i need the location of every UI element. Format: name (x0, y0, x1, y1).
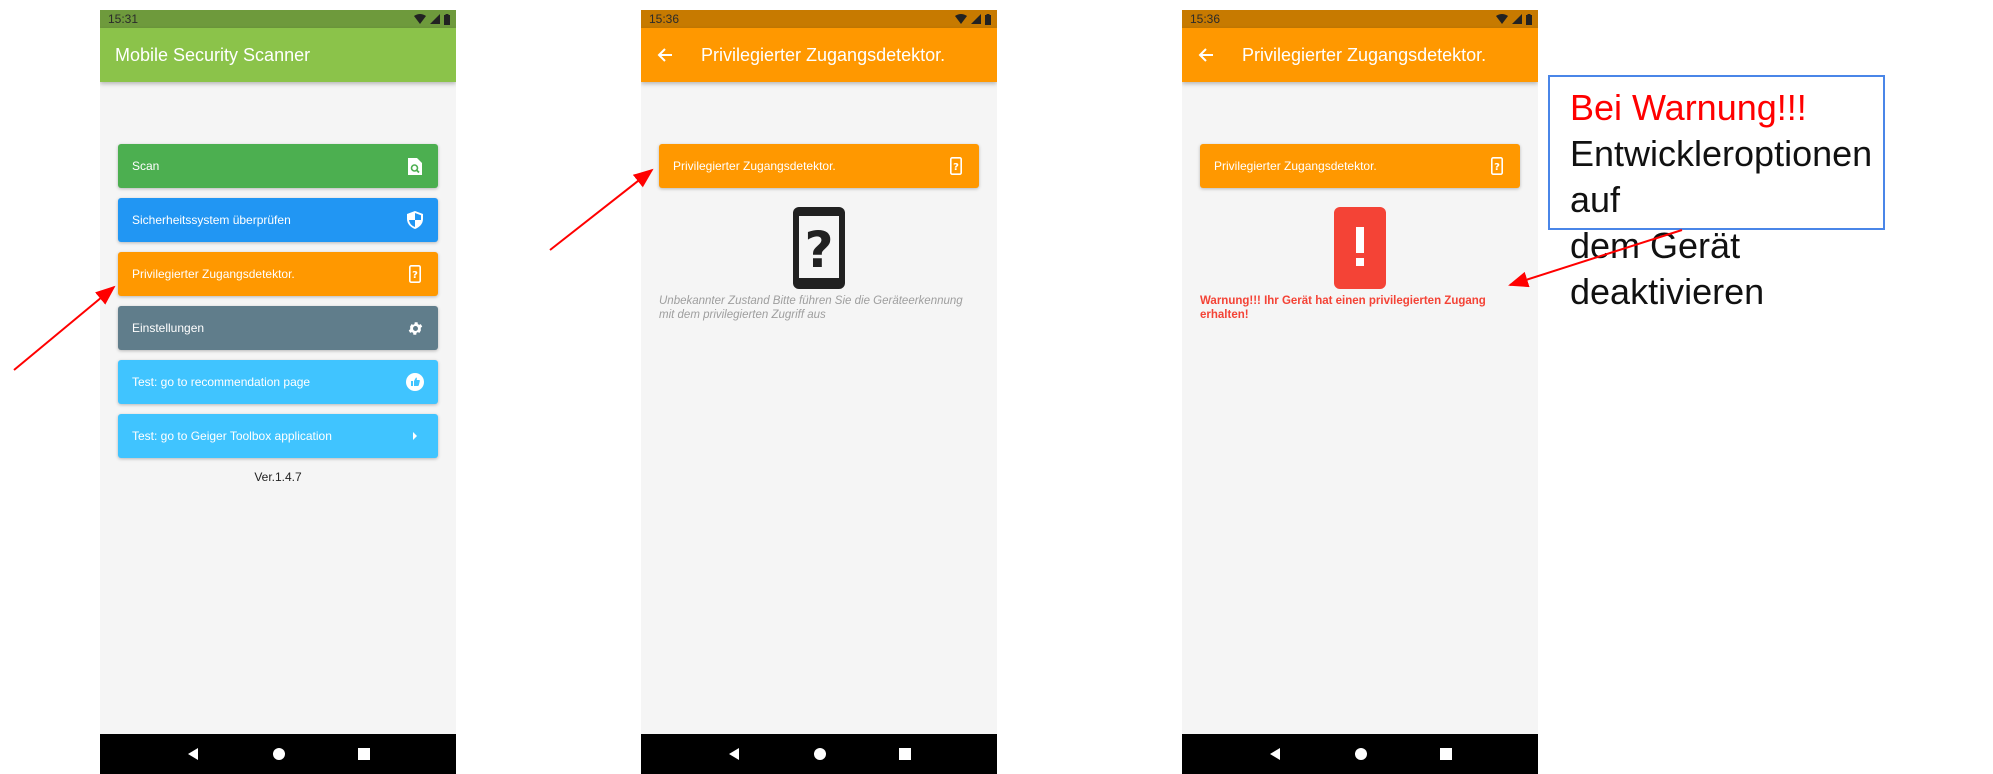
signal-icon (1512, 14, 1522, 24)
svg-text:?: ? (804, 221, 833, 279)
recommendation-page-button[interactable]: Test: go to recommendation page (118, 360, 438, 404)
privileged-access-detector-button[interactable]: Privilegierter Zugangsdetektor. ? (118, 252, 438, 296)
privileged-access-warning: Warnung!!! Ihr Gerät hat einen privilegi… (1200, 295, 1486, 321)
app-bar: Mobile Security Scanner (100, 28, 456, 82)
status-time: 15:36 (649, 12, 680, 26)
system-nav-bar (641, 734, 997, 774)
battery-icon (985, 13, 991, 25)
phone-question-icon: ? (406, 265, 424, 283)
svg-text:?: ? (412, 270, 418, 281)
arrow-to-detector-screen (549, 168, 654, 251)
status-bar: 15:36 (641, 10, 997, 28)
nav-home-icon[interactable] (1354, 747, 1368, 761)
app-title: Privilegierter Zugangsdetektor. (701, 44, 946, 65)
status-icons (414, 13, 450, 25)
nav-home-icon[interactable] (272, 747, 286, 761)
status-bar: 15:31 (100, 10, 456, 28)
wifi-icon (1496, 14, 1508, 24)
privileged-access-detector-label: Privilegierter Zugangsdetektor. (132, 267, 295, 281)
battery-icon (444, 13, 450, 25)
status-icons (1496, 13, 1532, 25)
system-nav-bar (100, 734, 456, 774)
nav-back-icon[interactable] (1268, 747, 1282, 761)
privileged-access-detector-button[interactable]: Privilegierter Zugangsdetektor. ? (1200, 144, 1520, 188)
phone-screen-main-menu: 15:31 Mobile Security Scanner Scan Siche… (100, 10, 456, 774)
security-check-button[interactable]: Sicherheitssystem überprüfen (118, 198, 438, 242)
privileged-access-detector-label: Privilegierter Zugangsdetektor. (1214, 159, 1377, 173)
scan-button[interactable]: Scan (118, 144, 438, 188)
warning-callout: Bei Warnung!!! Entwickleroptionen auf de… (1548, 75, 1885, 312)
recommendation-page-label: Test: go to recommendation page (132, 375, 311, 389)
phone-screen-detector-unknown: 15:36 Privilegierter Zugangsdetektor. Pr… (641, 10, 997, 774)
nav-back-icon[interactable] (727, 747, 741, 761)
app-bar: Privilegierter Zugangsdetektor. (641, 28, 997, 82)
nav-recents-icon[interactable] (1440, 748, 1452, 760)
svg-text:?: ? (1494, 162, 1500, 173)
nav-back-icon[interactable] (186, 747, 200, 761)
settings-button[interactable]: Einstellungen (118, 306, 438, 350)
shield-icon (406, 211, 424, 229)
nav-recents-icon[interactable] (899, 748, 911, 760)
version-label: Ver.1.4.7 (254, 470, 302, 484)
arrow-to-detector-button (13, 285, 116, 371)
phone-alert-icon (1334, 207, 1386, 289)
battery-icon (1526, 13, 1532, 25)
wifi-icon (955, 14, 967, 24)
back-arrow-icon[interactable] (657, 45, 677, 65)
nav-recents-icon[interactable] (358, 748, 370, 760)
app-bar: Privilegierter Zugangsdetektor. (1182, 28, 1538, 82)
status-icons (955, 13, 991, 25)
phone-question-icon: ? (947, 157, 965, 175)
system-nav-bar (1182, 734, 1538, 774)
geiger-toolbox-button[interactable]: Test: go to Geiger Toolbox application (118, 414, 438, 458)
signal-icon (430, 14, 440, 24)
phone-question-icon: ? (793, 207, 845, 289)
scan-search-icon (406, 157, 424, 175)
settings-label: Einstellungen (132, 321, 205, 335)
callout-line-1: Entwickleroptionen auf (1570, 133, 1873, 220)
callout-line-2: dem Gerät deaktivieren (1570, 225, 1765, 312)
back-arrow-icon[interactable] (1198, 45, 1218, 65)
privileged-access-detector-label: Privilegierter Zugangsdetektor. (673, 159, 836, 173)
unknown-state-description: Unbekannter Zustand Bitte führen Sie die… (659, 295, 963, 321)
gear-icon (406, 319, 424, 337)
phone-screen-detector-warning: 15:36 Privilegierter Zugangsdetektor. Pr… (1182, 10, 1538, 774)
thumbs-up-icon (406, 373, 424, 391)
callout-heading: Bei Warnung!!! (1570, 87, 1807, 128)
status-time: 15:36 (1190, 12, 1221, 26)
scan-button-label: Scan (132, 159, 160, 173)
svg-text:?: ? (953, 162, 959, 173)
privileged-access-detector-button[interactable]: Privilegierter Zugangsdetektor. ? (659, 144, 979, 188)
chevron-right-icon (406, 427, 424, 445)
status-time: 15:31 (108, 12, 139, 26)
nav-home-icon[interactable] (813, 747, 827, 761)
status-bar: 15:36 (1182, 10, 1538, 28)
phone-question-icon: ? (1488, 157, 1506, 175)
app-title: Privilegierter Zugangsdetektor. (1242, 44, 1487, 65)
app-title: Mobile Security Scanner (115, 44, 311, 65)
signal-icon (971, 14, 981, 24)
security-check-label: Sicherheitssystem überprüfen (132, 213, 291, 227)
geiger-toolbox-label: Test: go to Geiger Toolbox application (132, 429, 332, 443)
wifi-icon (414, 14, 426, 24)
